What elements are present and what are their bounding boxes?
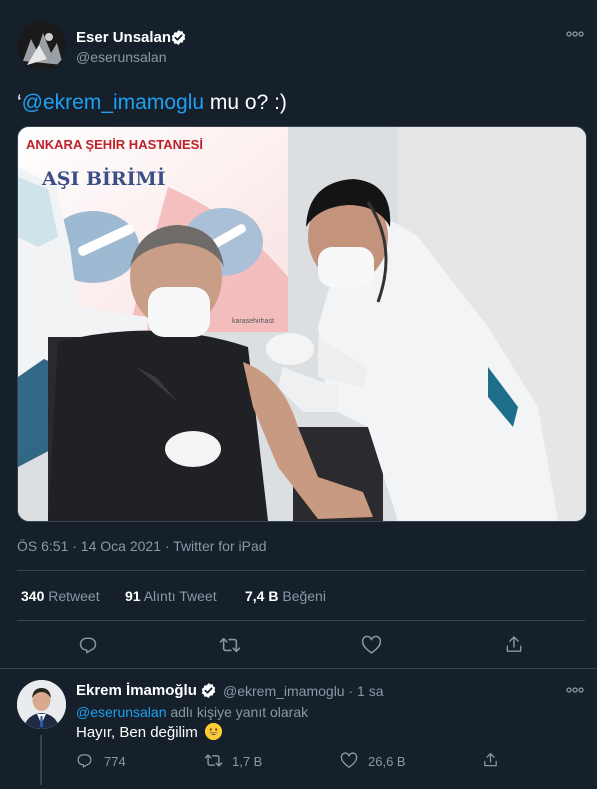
reply-time[interactable]: 1 sa	[357, 683, 383, 699]
reply-like-count: 26,6 B	[368, 754, 406, 769]
replying-to-mention[interactable]: @eserunsalan	[76, 704, 167, 720]
retweets-stat[interactable]: 340 Retweet	[21, 588, 100, 604]
reply-icon[interactable]	[78, 635, 98, 655]
tweet-text: ‘@ekrem_imamoglu mu o? :)	[17, 91, 287, 115]
quotes-label: Alıntı Tweet	[143, 588, 217, 604]
thread-line	[40, 735, 42, 785]
retweet-icon[interactable]	[219, 635, 241, 655]
retweet-icon[interactable]	[204, 752, 223, 769]
quotes-count: 91	[125, 588, 141, 604]
reply-meta: @ekrem_imamoglu · 1 sa	[223, 683, 384, 699]
verified-badge-icon	[200, 682, 217, 699]
grinning-face-emoji: 😀	[204, 723, 222, 740]
author-avatar[interactable]	[17, 21, 66, 70]
quotes-stat[interactable]: 91 Alıntı Tweet	[125, 588, 217, 604]
like-icon[interactable]	[340, 752, 358, 769]
sign-top-text: ANKARA ŞEHİR HASTANESİ	[26, 137, 203, 152]
verified-badge-icon	[170, 29, 187, 46]
likes-count: 7,4 B	[245, 588, 279, 604]
author-handle[interactable]: @eserunsalan	[76, 49, 167, 65]
tweet-timestamp[interactable]: ÖS 6:51 · 14 Oca 2021 · Twitter for iPad	[17, 538, 267, 554]
likes-label: Beğeni	[282, 588, 326, 604]
reply-retweet-count: 1,7 B	[232, 754, 263, 769]
reply-author-handle[interactable]: @ekrem_imamoglu	[223, 683, 345, 699]
tweet-text-rest: mu o? :)	[204, 91, 287, 114]
reply-author-avatar[interactable]	[17, 680, 66, 729]
reply-header: Ekrem İmamoğlu	[76, 682, 197, 699]
reply-count: 774	[104, 754, 126, 769]
more-icon[interactable]	[566, 686, 584, 694]
divider	[17, 570, 585, 571]
share-icon[interactable]	[504, 634, 524, 655]
divider	[0, 668, 597, 669]
replying-to: @eserunsalan adlı kişiye yanıt olarak	[76, 704, 308, 720]
sign-small-text: karasehirhast	[232, 318, 274, 325]
sign-main-text: AŞI BİRİMİ	[41, 167, 166, 190]
reply-icon[interactable]	[76, 752, 93, 769]
tweet-mention-link[interactable]: @ekrem_imamoglu	[22, 91, 204, 114]
likes-stat[interactable]: 7,4 B Beğeni	[245, 588, 326, 604]
reply-text-body: Hayır, Ben değilim	[76, 724, 198, 741]
replying-to-text: adlı kişiye yanıt olarak	[166, 704, 309, 720]
author-name[interactable]: Eser Unsalan	[76, 29, 171, 46]
share-icon[interactable]	[482, 751, 499, 769]
retweets-count: 340	[21, 588, 45, 604]
retweets-label: Retweet	[48, 588, 100, 604]
tweet-photo[interactable]: ANKARA ŞEHİR HASTANESİ AŞI BİRİMİ karase…	[17, 126, 587, 522]
reply-author-name[interactable]: Ekrem İmamoğlu	[76, 682, 197, 699]
like-icon[interactable]	[361, 635, 382, 655]
reply-text: Hayır, Ben değilim 😀	[76, 723, 222, 741]
more-icon[interactable]	[566, 30, 584, 38]
divider	[17, 620, 585, 621]
